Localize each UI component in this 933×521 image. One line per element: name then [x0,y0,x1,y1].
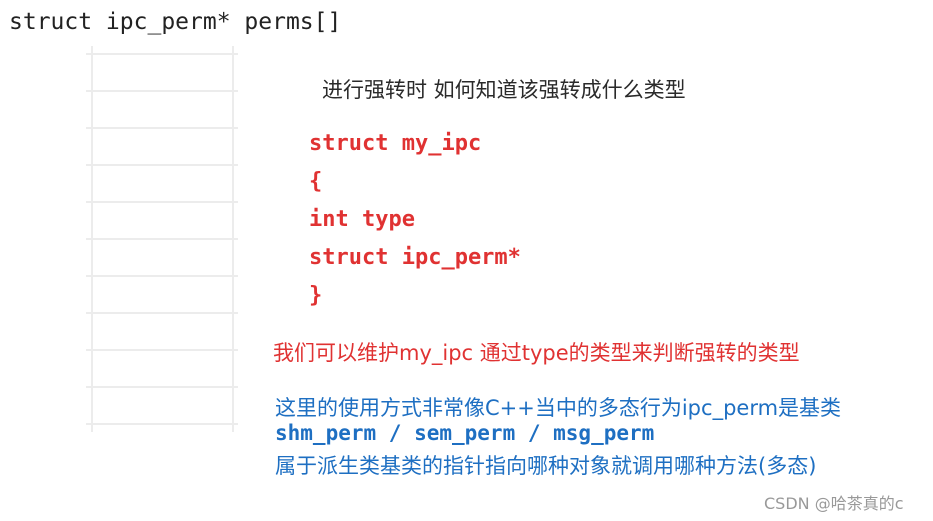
grid-horizontal-line [86,164,238,166]
grid-horizontal-line [86,312,238,314]
grid-horizontal-line [86,275,238,277]
grid-horizontal-line [86,349,238,351]
grid-horizontal-line [86,423,238,425]
grid-horizontal-line [86,386,238,388]
question-text: 进行强转时 如何知道该强转成什么类型 [322,78,686,102]
blue-note-line: 这里的使用方式非常像C++当中的多态行为ipc_perm是基类 [275,396,842,420]
grid-horizontal-line [86,127,238,129]
watermark: CSDN @哈茶真的c [764,494,904,513]
red-note: 我们可以维护my_ipc 通过type的类型来判断强转的类型 [273,341,800,365]
grid-horizontal-line [86,238,238,240]
grid-horizontal-line [86,53,238,55]
code-line: { [309,169,323,194]
code-line: int type [309,207,415,232]
code-line: struct my_ipc [309,131,482,156]
array-declaration-title: struct ipc_perm* perms[] [9,9,342,35]
blue-note-line: 属于派生类基类的指针指向哪种对象就调用哪种方法(多态) [275,454,817,478]
array-grid [86,46,246,436]
grid-horizontal-line [86,201,238,203]
code-line: } [309,283,323,308]
blue-note-line: shm_perm / sem_perm / msg_perm [275,421,655,445]
grid-horizontal-line [86,90,238,92]
code-line: struct ipc_perm* [309,245,521,270]
